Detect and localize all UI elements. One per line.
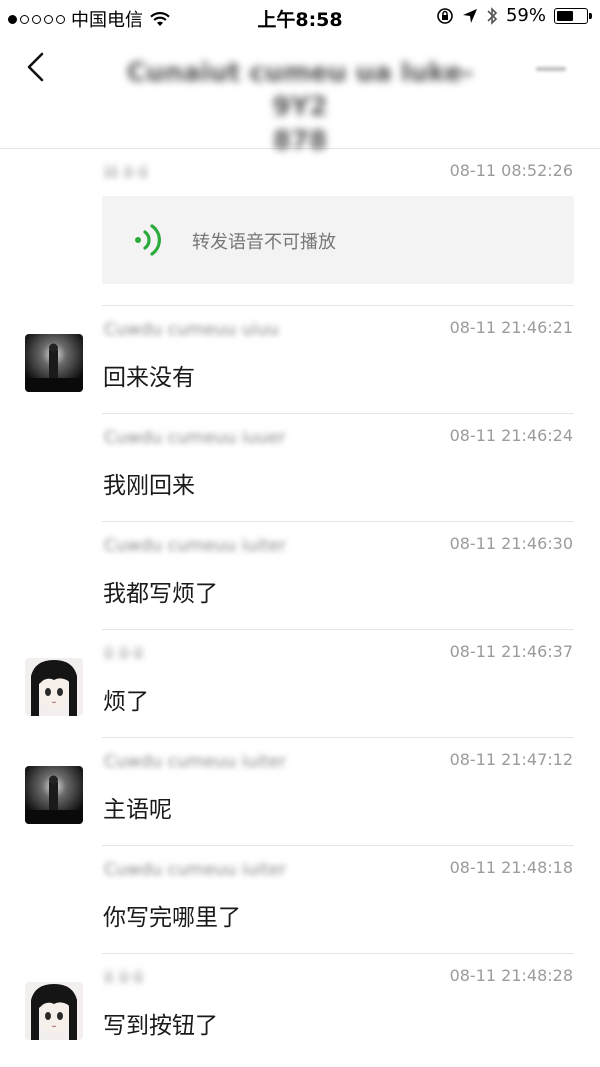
more-button[interactable] — [536, 52, 576, 82]
message-text: 写到按钮了 — [103, 1013, 218, 1039]
message-time: 08-11 21:46:21 — [449, 318, 573, 337]
status-right: 59% — [436, 5, 592, 26]
message-time: 08-11 21:48:18 — [449, 858, 573, 877]
message-time: 08-11 21:46:37 — [449, 642, 573, 661]
message-text: 你写完哪里了 — [103, 905, 241, 931]
message-item[interactable]: ii ii·ii 08-11 21:48:28 写到按钮了 — [0, 954, 600, 1062]
message-item[interactable]: Cuwdu cumeuu iuiter 08-11 21:46:30 我都写烦了 — [0, 522, 600, 630]
message-sender: Cuwdu cumeuu iuiter — [104, 860, 286, 880]
status-bar: 中国电信 上午8:58 59% — [0, 0, 600, 36]
avatar — [25, 658, 83, 716]
message-time: 08-11 21:48:28 — [449, 966, 573, 985]
message-item[interactable]: Cuwdu cumeuu uiuu 08-11 21:46:21 回来没有 — [0, 306, 600, 414]
location-arrow-icon — [462, 8, 477, 23]
message-sender: Cuwdu cumeuu iuiter — [104, 536, 286, 556]
message-item[interactable]: Cuwdu cumeuu iuuer 08-11 21:46:24 我刚回来 — [0, 414, 600, 522]
message-text: 烦了 — [103, 689, 149, 715]
message-sender: Cuwdu cumeuu iuuer — [104, 428, 286, 448]
voice-unplayable-label: 转发语音不可播放 — [192, 232, 336, 253]
chat-header: Cunaiut cumeu ua luke-9Y2 878 — [0, 36, 600, 156]
avatar — [25, 334, 83, 392]
message-sender: iii ii·ii — [104, 163, 148, 183]
voice-waves-icon — [135, 224, 161, 256]
message-text: 我刚回来 — [103, 473, 195, 499]
back-button[interactable] — [18, 48, 54, 88]
message-sender: Cuwdu cumeuu uiuu — [104, 320, 279, 340]
voice-message-bubble[interactable]: 转发语音不可播放 — [102, 196, 574, 284]
avatar — [25, 766, 83, 824]
message-item-voice[interactable]: iii ii·ii 08-11 08:52:26 转发语音不可播放 — [0, 149, 600, 306]
bluetooth-icon — [487, 6, 498, 25]
message-item[interactable]: Cuwdu cumeuu iuiter 08-11 21:47:12 主语呢 — [0, 738, 600, 846]
chat-title-line-1: Cunaiut cumeu ua luke-9Y2 — [126, 58, 474, 122]
message-sender: ii ii·ii — [104, 644, 144, 664]
message-text: 我都写烦了 — [103, 581, 218, 607]
message-item[interactable]: ii ii·ii 08-11 21:46:37 烦了 — [0, 630, 600, 738]
chevron-left-icon — [27, 52, 44, 82]
battery-level — [557, 10, 573, 21]
battery-percent: 59% — [505, 5, 546, 26]
message-time: 08-11 21:46:30 — [449, 534, 573, 553]
message-sender: Cuwdu cumeuu iuiter — [104, 752, 286, 772]
battery-icon — [554, 7, 592, 24]
message-text: 回来没有 — [103, 365, 195, 391]
message-sender: ii ii·ii — [104, 968, 144, 988]
message-item[interactable]: Cuwdu cumeuu iuiter 08-11 21:48:18 你写完哪里… — [0, 846, 600, 954]
more-icon — [536, 67, 566, 71]
message-text: 主语呢 — [103, 797, 172, 823]
message-list: iii ii·ii 08-11 08:52:26 转发语音不可播放 Cuwdu … — [0, 149, 600, 1062]
lock-rotation-icon — [437, 7, 453, 24]
chat-title: Cunaiut cumeu ua luke-9Y2 878 — [100, 56, 500, 158]
avatar — [25, 982, 83, 1040]
message-time: 08-11 08:52:26 — [449, 161, 573, 180]
message-time: 08-11 21:46:24 — [449, 426, 573, 445]
message-time: 08-11 21:47:12 — [449, 750, 573, 769]
